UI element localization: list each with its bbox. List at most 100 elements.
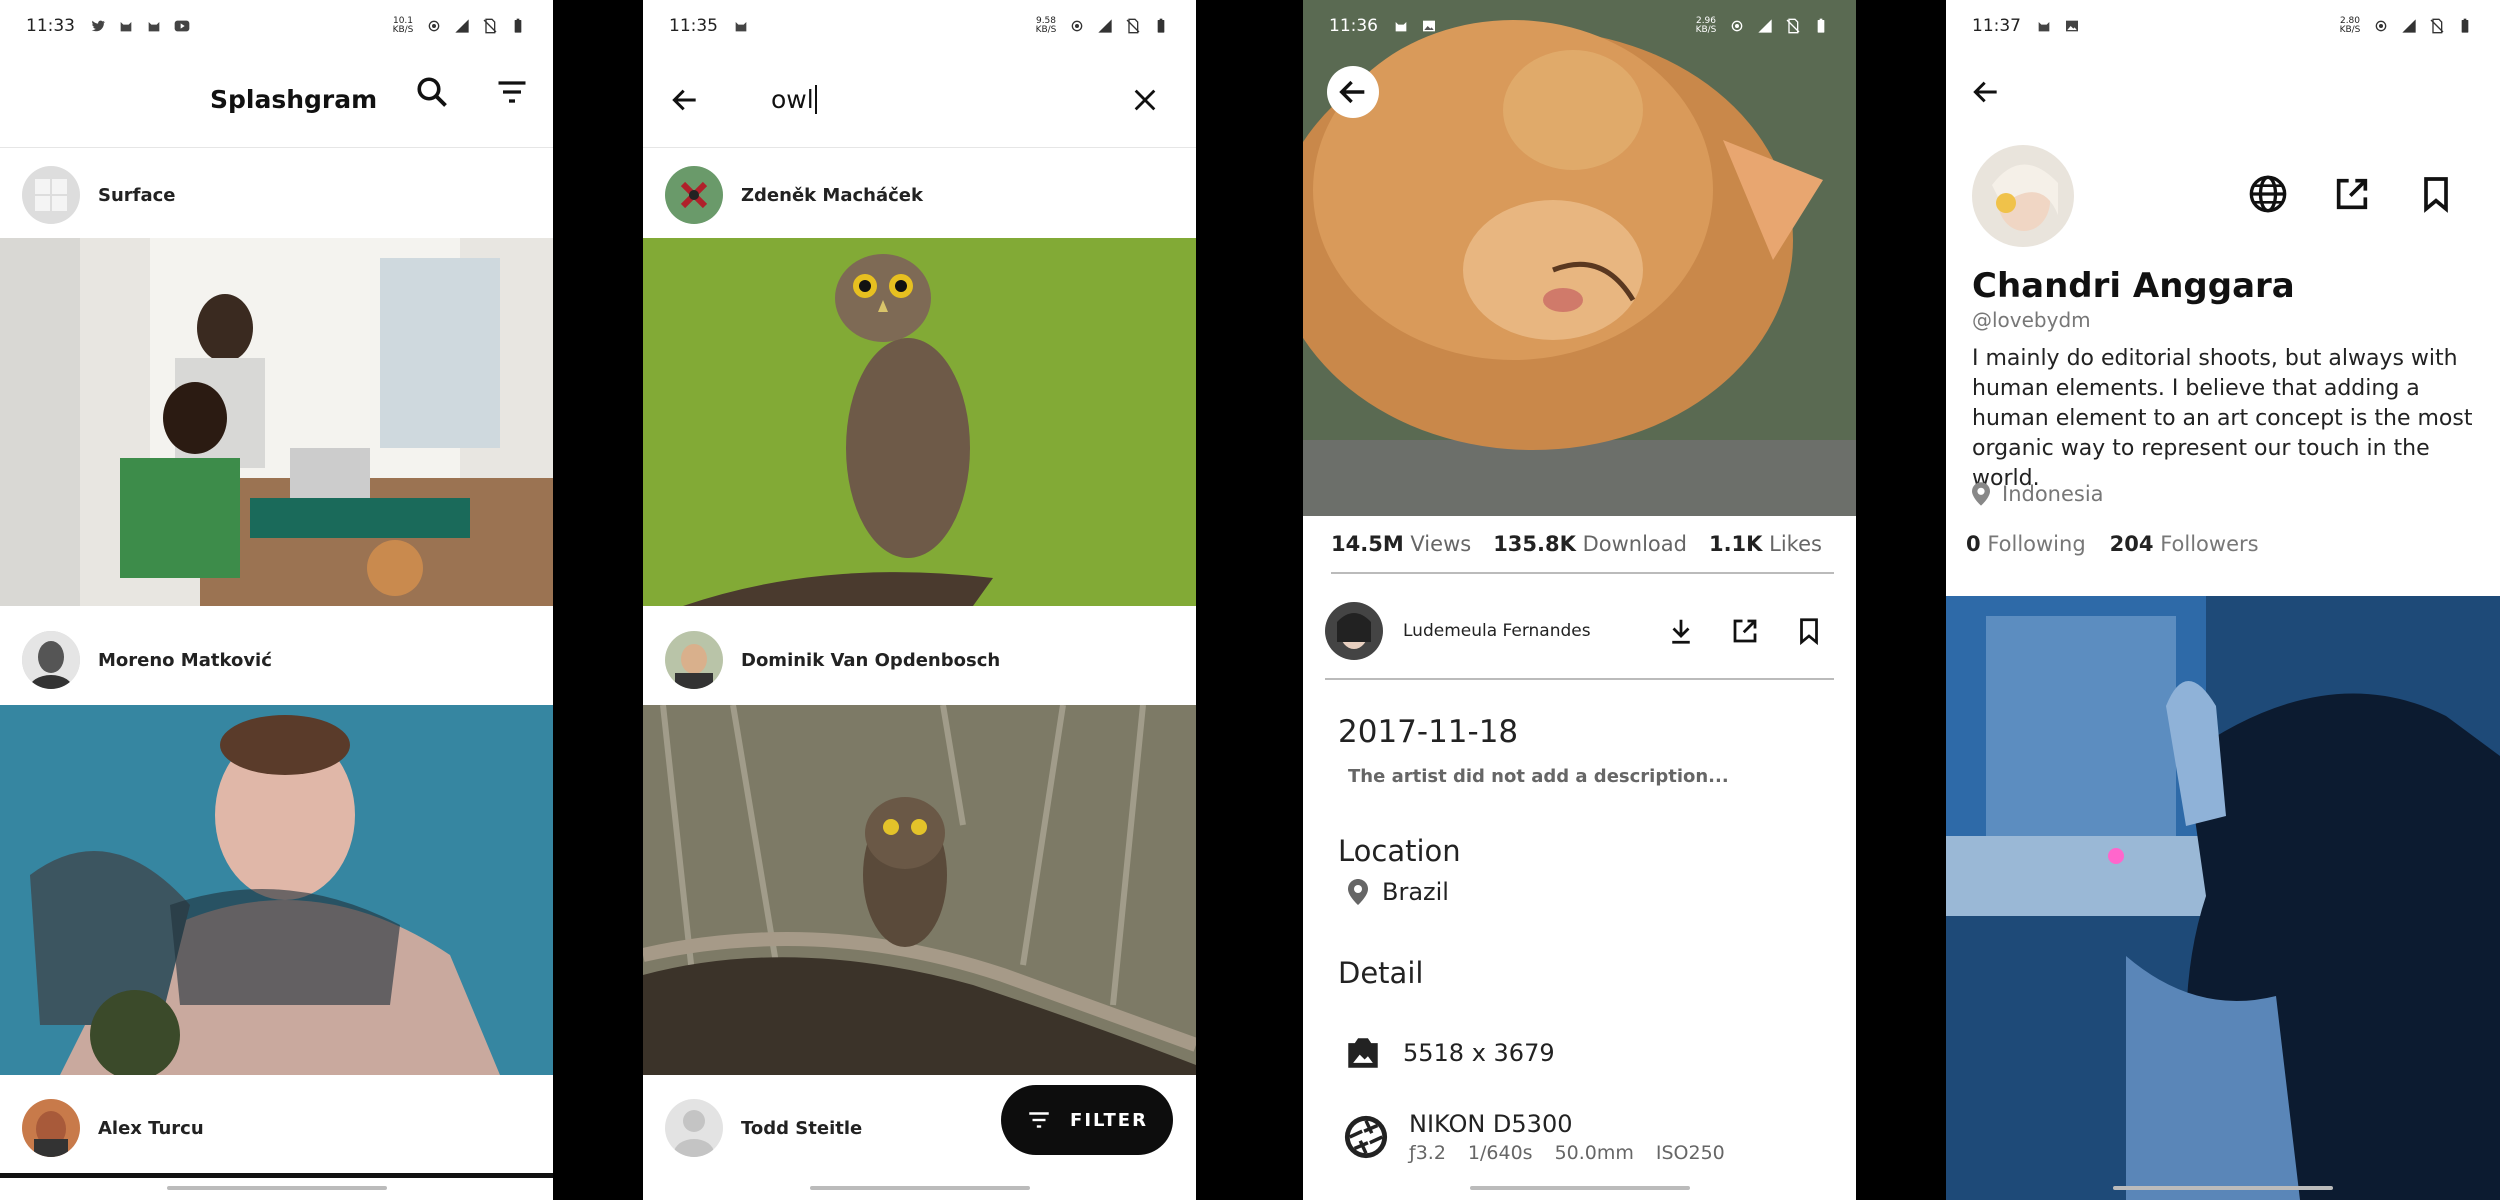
search-input[interactable]: owl	[771, 85, 817, 114]
close-icon[interactable]	[1125, 80, 1165, 120]
author-name[interactable]: Ludemeula Fernandes	[1403, 621, 1591, 641]
feed-author-row[interactable]: Moreno Matković	[0, 615, 553, 705]
photo-size-icon	[1348, 1038, 1378, 1068]
exif-focal: 50.0mm	[1554, 1142, 1634, 1164]
status-time: 11:37	[1972, 16, 2021, 36]
photo-stats: 14.5M Views 135.8K Download 1.1K Likes	[1331, 516, 1834, 574]
status-time: 11:36	[1329, 16, 1378, 36]
camera-model: NIKON D5300	[1409, 1110, 1573, 1138]
battery-icon	[1157, 18, 1165, 33]
battery-icon	[2461, 18, 2469, 33]
search-screen: 11:35 9.58 KB/S owl Zdeněk Macháček Domi…	[643, 0, 1196, 1200]
app-toolbar: Splashgram	[0, 52, 553, 148]
signal-icon	[455, 19, 469, 33]
result-photo[interactable]	[643, 705, 1196, 1075]
hotspot-icon	[1071, 20, 1083, 32]
search-toolbar: owl	[643, 52, 1196, 148]
divider	[0, 1173, 553, 1178]
open-external-icon[interactable]	[2332, 174, 2372, 214]
android-cat-icon	[735, 22, 747, 32]
search-icon[interactable]	[412, 72, 452, 112]
android-cat-icon	[120, 22, 132, 32]
download-icon[interactable]	[1666, 616, 1696, 646]
detail-photo[interactable]	[1303, 0, 1856, 516]
resolution-value: 5518 x 3679	[1403, 1039, 1555, 1067]
back-arrow-icon[interactable]	[1966, 72, 2006, 112]
no-sim-icon	[1786, 18, 1800, 34]
hotspot-icon	[1731, 20, 1743, 32]
filter-button[interactable]: FILTER	[1001, 1085, 1173, 1155]
android-cat-icon	[1395, 22, 1407, 32]
profile-screen: 11:37 2.80 KB/S Chandri Anggara @lovebyd…	[1946, 0, 2500, 1200]
twitter-icon	[91, 20, 106, 32]
feed-author-row[interactable]: Surface	[0, 150, 553, 240]
no-sim-icon	[1126, 18, 1140, 34]
avatar	[665, 166, 723, 224]
feed-photo[interactable]	[0, 705, 553, 1075]
author-name: Surface	[98, 184, 176, 206]
status-bar: 11:37 2.80 KB/S	[1946, 0, 2500, 52]
author-name: Moreno Matković	[98, 649, 272, 671]
status-bar: 11:33 10.1 KB/S	[0, 0, 553, 52]
result-author-row[interactable]: Zdeněk Macháček	[643, 150, 1196, 240]
filter-label: FILTER	[1070, 1109, 1148, 1131]
location-pin-icon	[1972, 482, 1990, 506]
status-bar: 11:35 9.58 KB/S	[643, 0, 1196, 52]
feed-photo[interactable]	[0, 238, 553, 606]
location-row: Brazil	[1348, 878, 1449, 906]
filter-icon[interactable]	[492, 72, 532, 112]
hotspot-icon	[2375, 20, 2387, 32]
bookmark-icon[interactable]	[1794, 616, 1824, 646]
hotspot-icon	[428, 20, 440, 32]
following-stat[interactable]: 0 Following	[1966, 532, 2086, 556]
home-feed-screen: 11:33 10.1 KB/S Splashgram Surface Moren…	[0, 0, 553, 1200]
profile-photo[interactable]	[1946, 596, 2500, 1200]
result-author-row[interactable]: Dominik Van Opdenbosch	[643, 615, 1196, 705]
exif-aperture: ƒ3.2	[1409, 1142, 1446, 1164]
status-time: 11:35	[669, 16, 718, 36]
image-icon	[2066, 20, 2078, 32]
gesture-bar	[809, 1186, 1030, 1190]
app-title: Splashgram	[210, 85, 378, 114]
gesture-bar	[2113, 1186, 2333, 1190]
author-name: Todd Steitle	[741, 1117, 863, 1139]
signal-icon	[2402, 19, 2416, 33]
followers-stat[interactable]: 204 Followers	[2110, 532, 2259, 556]
location-value: Brazil	[1382, 878, 1449, 906]
open-external-icon[interactable]	[1730, 616, 1760, 646]
aperture-icon	[1344, 1115, 1388, 1159]
author-name: Alex Turcu	[98, 1117, 204, 1139]
profile-location: Indonesia	[1972, 482, 2104, 506]
avatar[interactable]	[1325, 602, 1383, 660]
detail-heading: Detail	[1338, 956, 1424, 990]
exif-iso: ISO250	[1655, 1142, 1725, 1164]
avatar	[22, 166, 80, 224]
image-icon	[1423, 20, 1435, 32]
author-name: Zdeněk Macháček	[741, 184, 923, 206]
network-speed: 10.1 KB/S	[392, 16, 414, 35]
globe-icon[interactable]	[2248, 174, 2288, 214]
photo-detail-screen: 11:36 2.96 KB/S 14.5M Views 135.8K Downl…	[1303, 0, 1856, 1200]
avatar-placeholder	[665, 1099, 723, 1157]
feed-author-row[interactable]: Alex Turcu	[0, 1083, 553, 1173]
signal-icon	[1758, 19, 1772, 33]
location-pin-icon	[1348, 879, 1368, 905]
camera-row: NIKON D5300 ƒ3.2 1/640s 50.0mm ISO250	[1343, 1110, 1725, 1164]
gesture-bar	[166, 1186, 387, 1190]
battery-icon	[514, 18, 522, 33]
stat-likes: 1.1K Likes	[1708, 532, 1822, 556]
status-time: 11:33	[26, 16, 75, 36]
battery-icon	[1817, 18, 1825, 33]
result-photo[interactable]	[643, 238, 1196, 606]
photo-author-row: Ludemeula Fernandes	[1325, 584, 1834, 680]
avatar	[22, 1099, 80, 1157]
bookmark-icon[interactable]	[2416, 174, 2456, 214]
stat-views: 14.5M Views	[1331, 532, 1472, 556]
no-sim-icon	[483, 18, 497, 34]
filter-icon	[1029, 1112, 1049, 1128]
follow-stats: 0 Following 204 Followers	[1966, 532, 2259, 556]
back-arrow-icon[interactable]	[1327, 66, 1379, 118]
profile-bio: I mainly do editorial shoots, but always…	[1972, 346, 2473, 491]
back-arrow-icon[interactable]	[665, 80, 705, 120]
profile-avatar	[1972, 145, 2074, 247]
